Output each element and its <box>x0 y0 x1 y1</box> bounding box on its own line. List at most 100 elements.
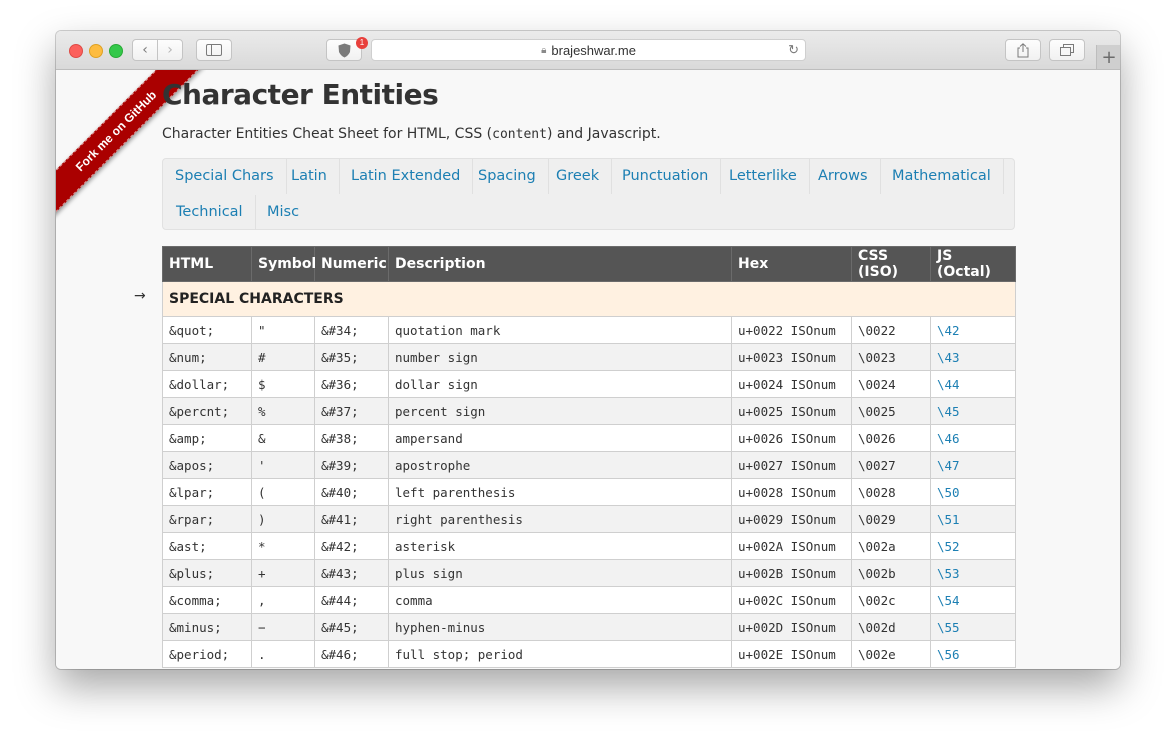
cell-description: dollar sign <box>388 370 732 398</box>
section-row: SPECIAL CHARACTERS <box>162 281 1016 317</box>
cell-js[interactable]: \43 <box>930 343 1016 371</box>
cell-hex: u+0028 ISOnum <box>731 478 852 506</box>
share-icon <box>1017 42 1029 57</box>
cell-js[interactable]: \50 <box>930 478 1016 506</box>
column-header-numeric: Numeric <box>314 246 389 282</box>
nav-technical[interactable]: Technical <box>164 195 256 230</box>
cell-description: full stop; period <box>388 640 732 668</box>
cell-js[interactable]: \54 <box>930 586 1016 614</box>
table-row: &quot; " &#34; quotation mark u+0022 ISOnum \… <box>162 316 1016 344</box>
cell-css: \002e <box>851 640 931 668</box>
table-header-row: HTML Symbol Numeric Description Hex CSS … <box>162 246 1016 282</box>
page-subtitle: Character Entities Cheat Sheet for HTML,… <box>162 126 661 142</box>
cell-hex: u+002D ISOnum <box>731 613 852 641</box>
sidebar-toggle-button[interactable] <box>196 39 232 61</box>
browser-toolbar: ‹ › 1 🔒︎ brajeshwar.me ↻ + <box>56 31 1120 70</box>
cell-html: &comma; <box>162 586 252 614</box>
cell-numeric: &#35; <box>314 343 389 371</box>
cell-numeric: &#45; <box>314 613 389 641</box>
nav-greek[interactable]: Greek <box>544 159 613 194</box>
table-row: &minus; − &#45; hyphen-minus u+002D ISOnum \0… <box>162 613 1016 641</box>
tabs-icon <box>1060 44 1074 56</box>
cell-html: &quot; <box>162 316 252 344</box>
tab-overview-button[interactable] <box>1049 39 1085 61</box>
new-tab-button[interactable]: + <box>1096 45 1120 69</box>
nav-latin-extended[interactable]: Latin Extended <box>339 159 474 194</box>
cell-numeric: &#36; <box>314 370 389 398</box>
cell-symbol: − <box>251 613 315 641</box>
nav-mathematical[interactable]: Mathematical <box>880 159 1004 194</box>
nav-misc[interactable]: Misc <box>255 195 311 230</box>
table-row: &num; # &#35; number sign u+0023 ISOnum \0023… <box>162 343 1016 371</box>
cell-css: \0025 <box>851 397 931 425</box>
share-button[interactable] <box>1005 39 1041 61</box>
cell-symbol: . <box>251 640 315 668</box>
cell-hex: u+002C ISOnum <box>731 586 852 614</box>
cell-hex: u+0029 ISOnum <box>731 505 852 533</box>
cell-css: \0023 <box>851 343 931 371</box>
cell-description: hyphen-minus <box>388 613 732 641</box>
zoom-window-button[interactable] <box>109 44 123 58</box>
cell-js[interactable]: \55 <box>930 613 1016 641</box>
page-content: Fork me on GitHub Character Entities Cha… <box>56 70 1120 669</box>
cell-description: apostrophe <box>388 451 732 479</box>
cell-js[interactable]: \44 <box>930 370 1016 398</box>
cell-numeric: &#43; <box>314 559 389 587</box>
cell-numeric: &#42; <box>314 532 389 560</box>
address-bar[interactable]: 🔒︎ brajeshwar.me ↻ <box>371 39 806 61</box>
table-row: &apos; ' &#39; apostrophe u+0027 ISOnum \0027… <box>162 451 1016 479</box>
url-text: brajeshwar.me <box>551 42 636 58</box>
cell-numeric: &#38; <box>314 424 389 452</box>
cell-description: plus sign <box>388 559 732 587</box>
cell-description: right parenthesis <box>388 505 732 533</box>
sidebar-icon <box>206 44 222 56</box>
cell-js[interactable]: \45 <box>930 397 1016 425</box>
cell-js[interactable]: \56 <box>930 640 1016 668</box>
cell-js[interactable]: \53 <box>930 559 1016 587</box>
nav-special-chars[interactable]: Special Chars <box>163 159 287 194</box>
cell-js[interactable]: \51 <box>930 505 1016 533</box>
cell-hex: u+0022 ISOnum <box>731 316 852 344</box>
table-row: &lpar;(&#40; left parenthesis u+0028 ISOnu… <box>162 478 1016 506</box>
cell-js[interactable]: \47 <box>930 451 1016 479</box>
cell-description: quotation mark <box>388 316 732 344</box>
cell-numeric: &#34; <box>314 316 389 344</box>
back-button[interactable]: ‹ <box>132 39 158 61</box>
close-window-button[interactable] <box>69 44 83 58</box>
nav-letterlike[interactable]: Letterlike <box>717 159 810 194</box>
cell-hex: u+002A ISOnum <box>731 532 852 560</box>
nav-punctuation[interactable]: Punctuation <box>610 159 722 194</box>
cell-numeric: &#41; <box>314 505 389 533</box>
cell-css: \002c <box>851 586 931 614</box>
cell-hex: u+0024 ISOnum <box>731 370 852 398</box>
cell-html: &minus; <box>162 613 252 641</box>
cell-description: percent sign <box>388 397 732 425</box>
entities-table: HTML Symbol Numeric Description Hex CSS … <box>162 246 1016 668</box>
cell-js[interactable]: \42 <box>930 316 1016 344</box>
cell-js[interactable]: \46 <box>930 424 1016 452</box>
table-row: &percnt;% &#37; percent sign u+0025 ISOnum \… <box>162 397 1016 425</box>
minimize-window-button[interactable] <box>89 44 103 58</box>
nav-arrows[interactable]: Arrows <box>806 159 881 194</box>
reload-icon[interactable]: ↻ <box>788 42 799 58</box>
cell-description: comma <box>388 586 732 614</box>
table-row: &plus; + &#43; plus sign u+002B ISOnum \002b \… <box>162 559 1016 587</box>
cell-hex: u+0025 ISOnum <box>731 397 852 425</box>
cell-description: asterisk <box>388 532 732 560</box>
cell-hex: u+002E ISOnum <box>731 640 852 668</box>
nav-latin[interactable]: Latin <box>279 159 340 194</box>
cell-css: \002a <box>851 532 931 560</box>
cell-html: &apos; <box>162 451 252 479</box>
table-row: &comma;, &#44; comma u+002C ISOnum \002c \54 <box>162 586 1016 614</box>
cell-html: &plus; <box>162 559 252 587</box>
cell-js[interactable]: \52 <box>930 532 1016 560</box>
cell-hex: u+002B ISOnum <box>731 559 852 587</box>
cell-symbol: " <box>251 316 315 344</box>
column-header-hex: Hex <box>731 246 852 282</box>
column-header-description: Description <box>388 246 732 282</box>
cell-numeric: &#44; <box>314 586 389 614</box>
cell-css: \0022 <box>851 316 931 344</box>
category-nav: Special Chars Latin Latin Extended Spaci… <box>162 158 1015 230</box>
forward-button[interactable]: › <box>157 39 183 61</box>
nav-spacing[interactable]: Spacing <box>466 159 549 194</box>
